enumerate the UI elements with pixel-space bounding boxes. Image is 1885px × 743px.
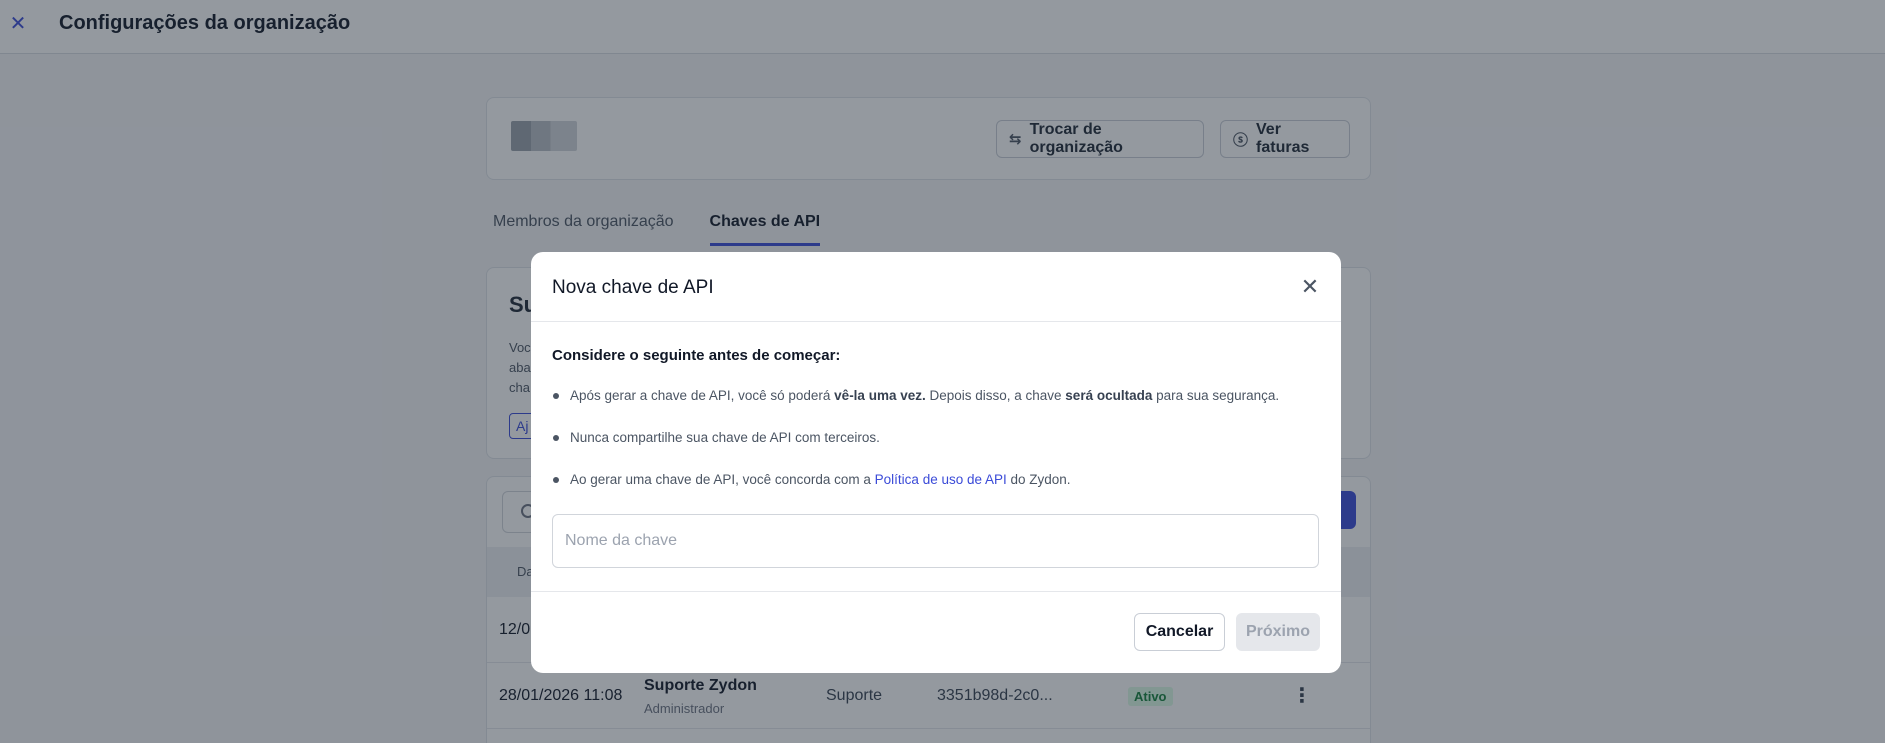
bullet-text: Ao gerar uma chave de API, você concorda…: [570, 472, 875, 487]
list-item: Após gerar a chave de API, você só poder…: [552, 387, 1322, 429]
key-name-input[interactable]: [552, 514, 1319, 568]
close-icon[interactable]: ✕: [1299, 276, 1321, 298]
bullet-emphasis: vê-la uma vez.: [834, 388, 926, 403]
dialog-title: Nova chave de API: [552, 277, 714, 298]
bullet-text: Após gerar a chave de API, você só poder…: [570, 388, 835, 403]
list-item: Ao gerar uma chave de API, você concorda…: [552, 471, 1322, 513]
api-usage-policy-link[interactable]: Política de uso de API: [875, 472, 1007, 487]
bullet-text: do Zydon.: [1006, 472, 1071, 487]
bullet-text: Depois disso, a chave: [925, 388, 1066, 403]
dialog-lead-text: Considere o seguinte antes de começar:: [552, 347, 841, 364]
next-button[interactable]: Próximo: [1236, 613, 1320, 651]
bullet-text: para sua segurança.: [1152, 388, 1280, 403]
cancel-button[interactable]: Cancelar: [1134, 613, 1225, 651]
dialog-footer: Cancelar Próximo: [531, 591, 1341, 673]
bullet-text: Nunca compartilhe sua chave de API com t…: [570, 430, 880, 445]
bullet-emphasis: será ocultada: [1065, 388, 1153, 403]
list-item: Nunca compartilhe sua chave de API com t…: [552, 429, 1322, 471]
dialog-header: Nova chave de API ✕: [531, 252, 1341, 322]
dialog-body: Considere o seguinte antes de começar: A…: [552, 347, 1322, 513]
new-api-key-dialog: Nova chave de API ✕ Considere o seguinte…: [531, 252, 1341, 673]
considerations-list: Após gerar a chave de API, você só poder…: [552, 387, 1322, 513]
